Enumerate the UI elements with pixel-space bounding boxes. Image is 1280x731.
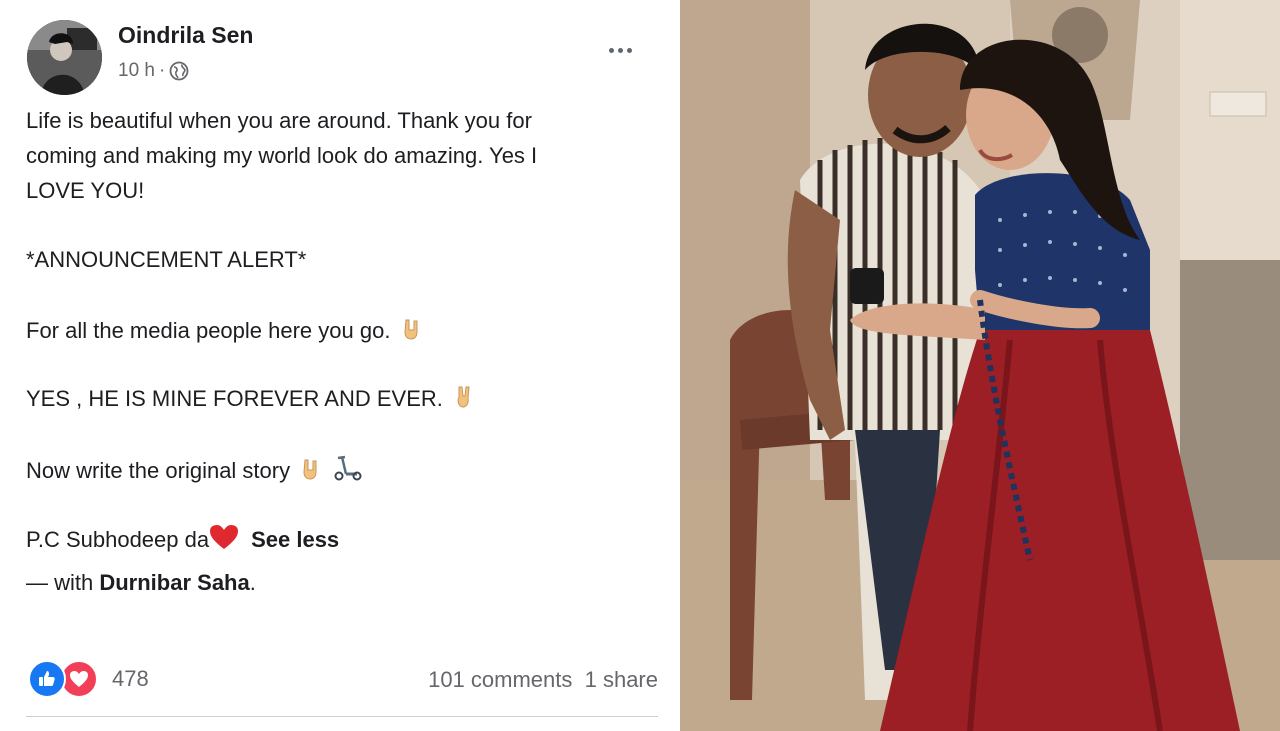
like-icon [28, 660, 66, 698]
reaction-count[interactable]: 478 [112, 666, 149, 692]
rock-hand-emoji-icon [401, 317, 423, 347]
post-text-line: coming and making my world look do amazi… [26, 143, 538, 168]
couple-photo [680, 0, 1280, 731]
mine-text: YES , HE IS MINE FOREVER AND EVER. [26, 386, 443, 411]
rock-hand-emoji-icon [300, 457, 322, 487]
media-line: For all the media people here you go. [26, 317, 423, 347]
see-less-link[interactable]: See less [251, 527, 339, 552]
with-prefix: — with [26, 570, 100, 595]
avatar[interactable] [27, 20, 102, 95]
author-name[interactable]: Oindrila Sen [118, 22, 253, 49]
post-meta: 10 h · [118, 60, 189, 82]
victory-hand-emoji-icon [453, 385, 475, 415]
dot [608, 47, 614, 53]
reactions-summary[interactable]: 478 [28, 660, 149, 698]
with-suffix: . [249, 570, 256, 595]
screenshot: Oindrila Sen 10 h · Life is beautiful wh… [0, 0, 1280, 731]
couple-photo-illustration [680, 0, 1280, 731]
facebook-post: Oindrila Sen 10 h · Life is beautiful wh… [0, 0, 680, 731]
post-time[interactable]: 10 h [118, 60, 155, 82]
tagged-line: — with Durnibar Saha. [26, 570, 256, 596]
post-text-line: Life is beautiful when you are around. T… [26, 108, 532, 133]
engagement-stats: 101 comments 1 share [428, 667, 658, 693]
pc-line: P.C Subhodeep da See less [26, 524, 339, 556]
shares-count-link[interactable]: 1 share [585, 667, 658, 692]
tagged-person-link[interactable]: Durnibar Saha [99, 570, 249, 595]
avatar-photo [27, 20, 102, 95]
dot [626, 47, 632, 53]
dot [617, 47, 623, 53]
comments-count-link[interactable]: 101 comments [428, 667, 572, 692]
story-text: Now write the original story [26, 458, 291, 483]
media-text: For all the media people here you go. [26, 318, 391, 343]
scooter-emoji-icon [332, 455, 362, 487]
more-options-icon[interactable] [600, 38, 640, 62]
divider [26, 716, 658, 717]
meta-separator: · [158, 60, 166, 81]
mine-line: YES , HE IS MINE FOREVER AND EVER. [26, 385, 475, 415]
pc-text: P.C Subhodeep da [26, 527, 210, 552]
post-text-line: LOVE YOU! [26, 178, 145, 203]
story-line: Now write the original story [26, 455, 362, 487]
red-heart-emoji-icon [209, 524, 239, 556]
globe-icon [169, 61, 189, 81]
announcement-text: *ANNOUNCEMENT ALERT* [26, 247, 307, 272]
